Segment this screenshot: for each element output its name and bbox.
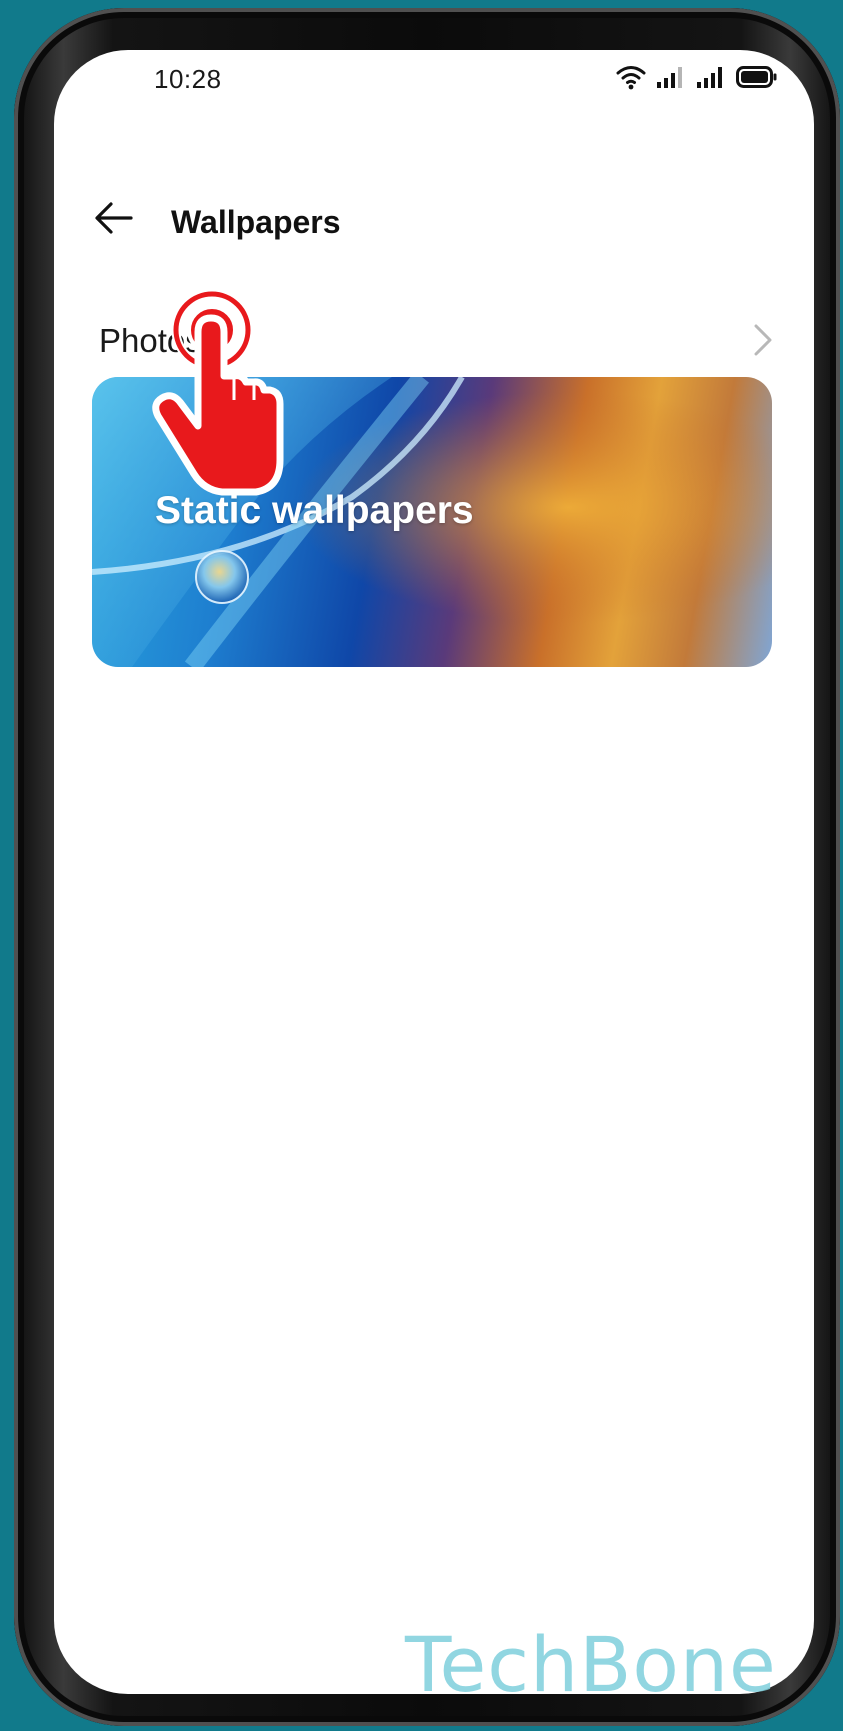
status-icons: [616, 64, 778, 94]
battery-icon: [736, 65, 778, 94]
photos-list-item[interactable]: Photos: [54, 270, 814, 366]
status-time: 10:28: [154, 64, 222, 94]
signal-icon: [656, 65, 686, 94]
static-wallpapers-label: Static wallpapers: [155, 489, 474, 532]
techbone-watermark: TechBone: [405, 1620, 777, 1709]
page-title: Wallpapers: [171, 204, 341, 240]
signal-icon: [696, 65, 726, 94]
arrow-left-icon[interactable]: [94, 200, 134, 236]
app-header: Wallpapers: [54, 170, 814, 266]
status-bar: 10:28: [54, 50, 814, 130]
wifi-icon: [616, 64, 646, 95]
phone-screen: 10:28 Wallpapers Photos Static wallpaper…: [54, 50, 814, 1694]
static-wallpapers-card[interactable]: Static wallpapers: [92, 377, 772, 667]
chevron-right-icon: [752, 322, 774, 358]
photos-label: Photos: [99, 322, 202, 359]
